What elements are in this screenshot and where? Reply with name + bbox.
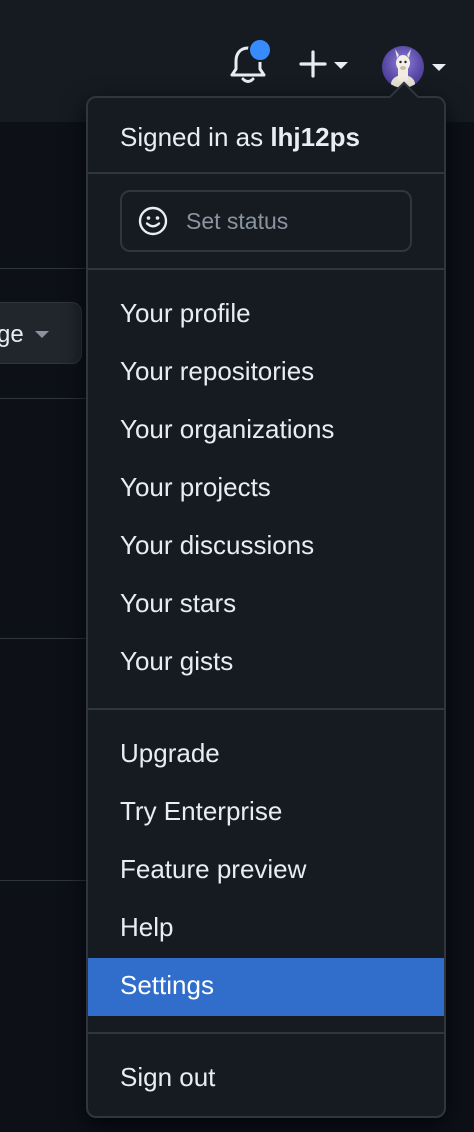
menu-item-your-organizations[interactable]: Your organizations	[88, 402, 444, 460]
menu-item-try-enterprise[interactable]: Try Enterprise	[88, 784, 444, 842]
menu-item-upgrade[interactable]: Upgrade	[88, 726, 444, 784]
menu-item-your-projects[interactable]: Your projects	[88, 460, 444, 518]
menu-divider	[88, 1032, 444, 1034]
menu-divider	[88, 172, 444, 174]
background-divider	[0, 268, 90, 269]
menu-item-label: Your repositories	[120, 356, 315, 386]
create-new-menu-button[interactable]	[294, 44, 356, 84]
smiley-icon	[138, 206, 168, 236]
menu-item-your-discussions[interactable]: Your discussions	[88, 518, 444, 576]
menu-item-label: Settings	[120, 970, 214, 1000]
signed-in-text: Signed in as lhj12ps	[120, 122, 360, 153]
menu-item-your-stars[interactable]: Your stars	[88, 576, 444, 634]
menu-item-your-profile[interactable]: Your profile	[88, 286, 444, 344]
background-divider	[0, 880, 90, 881]
menu-item-label: Your gists	[120, 646, 234, 676]
menu-item-your-gists[interactable]: Your gists	[88, 634, 444, 692]
menu-item-label: Upgrade	[120, 738, 220, 768]
chevron-down-icon	[334, 62, 348, 69]
set-status-button[interactable]: Set status	[120, 190, 412, 252]
set-status-label: Set status	[186, 208, 289, 234]
background-divider	[0, 398, 90, 399]
menu-item-label: Try Enterprise	[120, 796, 283, 826]
menu-item-label: Your profile	[120, 298, 251, 328]
chevron-down-icon	[432, 64, 446, 71]
username[interactable]: lhj12ps	[270, 122, 360, 152]
menu-item-feature-preview[interactable]: Feature preview	[88, 842, 444, 900]
menu-item-label: Feature preview	[120, 854, 307, 884]
menu-item-label: Your stars	[120, 588, 237, 618]
menu-item-your-repositories[interactable]: Your repositories	[88, 344, 444, 402]
menu-divider	[88, 268, 444, 270]
menu-item-settings[interactable]: Settings	[88, 958, 444, 1016]
background-dropdown-button[interactable]: ge	[0, 302, 82, 364]
user-menu-button[interactable]	[378, 44, 452, 88]
notification-indicator	[248, 38, 272, 62]
menu-item-sign-out[interactable]: Sign out	[88, 1050, 444, 1108]
plus-icon	[299, 50, 327, 78]
menu-item-help[interactable]: Help	[88, 900, 444, 958]
chevron-down-icon	[35, 331, 49, 338]
signed-in-prefix: Signed in as	[120, 122, 271, 152]
user-dropdown-menu: Signed in as lhj12ps Set status Your pro…	[86, 96, 446, 1118]
menu-item-label: Your organizations	[120, 414, 335, 444]
menu-divider	[88, 708, 444, 710]
menu-item-label: Sign out	[120, 1062, 216, 1092]
background-divider	[0, 638, 90, 639]
background-button-label: ge	[0, 321, 24, 348]
menu-item-label: Your projects	[120, 472, 271, 502]
menu-item-label: Your discussions	[120, 530, 315, 560]
menu-item-label: Help	[120, 912, 174, 942]
